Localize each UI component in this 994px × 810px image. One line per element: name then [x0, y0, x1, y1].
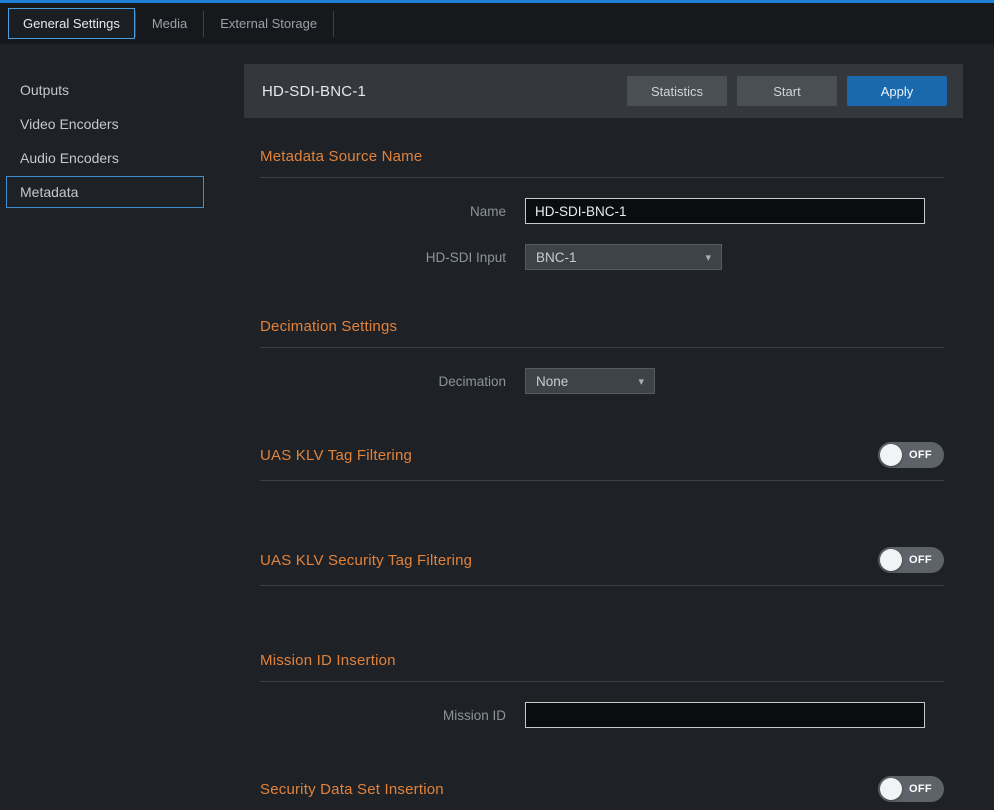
- sidebar: Outputs Video Encoders Audio Encoders Me…: [0, 44, 244, 810]
- hd-sdi-input-label: HD-SDI Input: [260, 250, 525, 265]
- name-input[interactable]: [525, 198, 925, 224]
- toggle-knob: [880, 778, 902, 800]
- section-divider: [260, 681, 944, 682]
- uas-klv-security-tag-filtering-toggle[interactable]: OFF: [878, 547, 944, 573]
- section-uas-klv-tag-filtering: UAS KLV Tag Filtering OFF: [260, 442, 944, 468]
- panel-header: HD-SDI-BNC-1 Statistics Start Apply: [244, 64, 963, 118]
- toggle-state-label: OFF: [909, 783, 932, 795]
- toggle-knob: [880, 444, 902, 466]
- sidebar-item-metadata[interactable]: Metadata: [6, 176, 204, 208]
- section-title: Mission ID Insertion: [260, 652, 396, 669]
- tab-separator: [333, 11, 334, 37]
- tab-label: External Storage: [220, 16, 317, 31]
- top-tab-bar: General Settings Media External Storage: [0, 0, 994, 44]
- section-decimation-settings: Decimation Settings: [260, 318, 944, 335]
- decimation-select[interactable]: None ▾: [525, 368, 655, 394]
- section-title: Metadata Source Name: [260, 148, 422, 165]
- section-title: Decimation Settings: [260, 318, 397, 335]
- sidebar-item-outputs[interactable]: Outputs: [6, 74, 204, 106]
- start-button[interactable]: Start: [737, 76, 837, 106]
- sidebar-item-audio-encoders[interactable]: Audio Encoders: [6, 142, 204, 174]
- section-mission-id-insertion: Mission ID Insertion: [260, 652, 944, 669]
- section-title: UAS KLV Tag Filtering: [260, 447, 412, 464]
- section-divider: [260, 347, 944, 348]
- selected-value: None: [536, 374, 568, 389]
- section-divider: [260, 177, 944, 178]
- tab-label: General Settings: [23, 16, 120, 31]
- section-security-data-set-insertion: Security Data Set Insertion OFF: [260, 776, 944, 802]
- selected-value: BNC-1: [536, 250, 577, 265]
- tab-media[interactable]: Media: [136, 8, 203, 39]
- main-panel: HD-SDI-BNC-1 Statistics Start Apply Meta…: [244, 44, 963, 810]
- statistics-button[interactable]: Statistics: [627, 76, 727, 106]
- toggle-state-label: OFF: [909, 554, 932, 566]
- name-row: Name: [260, 198, 944, 224]
- section-uas-klv-security-tag-filtering: UAS KLV Security Tag Filtering OFF: [260, 547, 944, 573]
- chevron-down-icon: ▾: [638, 375, 644, 388]
- hd-sdi-input-select[interactable]: BNC-1 ▾: [525, 244, 722, 270]
- name-label: Name: [260, 204, 525, 219]
- header-buttons: Statistics Start Apply: [627, 76, 947, 106]
- section-title: Security Data Set Insertion: [260, 781, 444, 798]
- section-title: UAS KLV Security Tag Filtering: [260, 552, 472, 569]
- toggle-knob: [880, 549, 902, 571]
- apply-button[interactable]: Apply: [847, 76, 947, 106]
- section-divider: [260, 480, 944, 481]
- tab-label: Media: [152, 16, 187, 31]
- toggle-state-label: OFF: [909, 449, 932, 461]
- tab-external-storage[interactable]: External Storage: [204, 8, 333, 39]
- settings-form: Metadata Source Name Name HD-SDI Input B…: [244, 148, 963, 810]
- section-divider: [260, 585, 944, 586]
- sidebar-item-video-encoders[interactable]: Video Encoders: [6, 108, 204, 140]
- decimation-label: Decimation: [260, 374, 525, 389]
- section-metadata-source-name: Metadata Source Name: [260, 148, 944, 165]
- mission-id-input[interactable]: [525, 702, 925, 728]
- page-title: HD-SDI-BNC-1: [262, 83, 366, 100]
- hd-sdi-input-row: HD-SDI Input BNC-1 ▾: [260, 244, 944, 270]
- chevron-down-icon: ▾: [705, 251, 711, 264]
- decimation-row: Decimation None ▾: [260, 368, 944, 394]
- mission-id-label: Mission ID: [260, 708, 525, 723]
- security-data-set-insertion-toggle[interactable]: OFF: [878, 776, 944, 802]
- mission-id-row: Mission ID: [260, 702, 944, 728]
- tab-general-settings[interactable]: General Settings: [8, 8, 135, 39]
- uas-klv-tag-filtering-toggle[interactable]: OFF: [878, 442, 944, 468]
